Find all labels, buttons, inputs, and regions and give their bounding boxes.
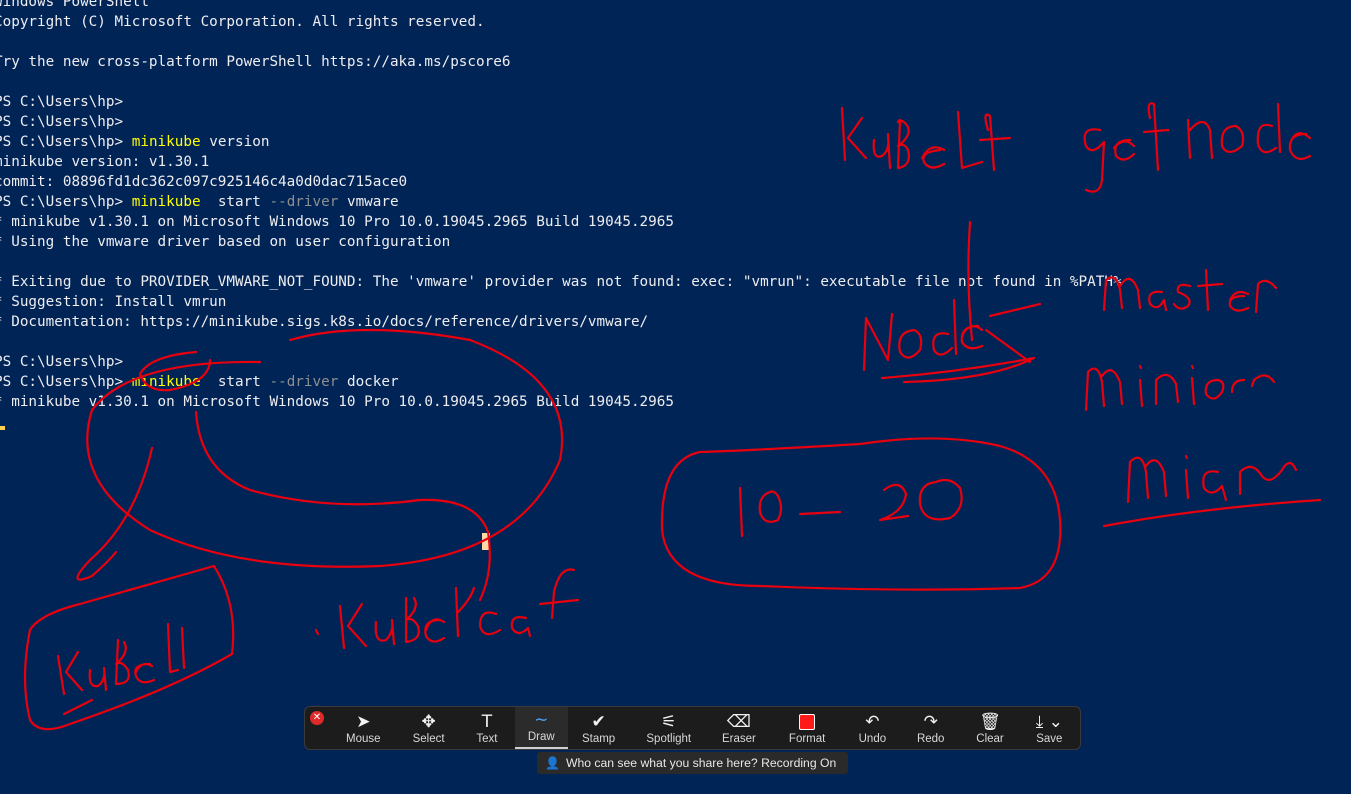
color-swatch-icon	[799, 712, 816, 732]
terminal-line: * Using the vmware driver based on user …	[0, 232, 1351, 252]
squiggle-line-icon: ∼	[534, 710, 549, 730]
terminal-text: PS C:\Users\hp>	[0, 354, 124, 370]
command-flag: --driver	[269, 374, 339, 390]
tool-clear-button[interactable]: 🗑 Clear	[961, 707, 1018, 749]
terminal-text: commit: 08896fd1dc362c097c925146c4a0d0da…	[0, 174, 408, 190]
terminal-line: PS C:\Users\hp>	[0, 92, 1351, 112]
recording-banner[interactable]: 👤 Who can see what you share here? Recor…	[537, 752, 848, 774]
tool-draw-button[interactable]: ∼ Draw	[514, 707, 568, 749]
terminal-text: minikube version: v1.30.1	[0, 154, 210, 170]
terminal-line: * Suggestion: Install vmrun	[0, 292, 1351, 312]
command-keyword: minikube	[131, 194, 201, 210]
annotation-toolbar: ✕ ➤ Mouse ✥ Select T Text ∼ Draw ✔ Stamp ⚟ Spotligh…	[304, 706, 1081, 750]
tool-label: Text	[476, 733, 498, 745]
handwriting-kubectl-box	[23, 564, 235, 731]
eraser-icon: ⌫	[726, 712, 751, 732]
tool-undo-button[interactable]: ↶ Undo	[845, 707, 900, 749]
terminal-line: PS C:\Users\hp>	[0, 112, 1351, 132]
terminal-line: PS C:\Users\hp> minikube start --driver …	[0, 372, 1351, 392]
tool-spotlight-button[interactable]: ⚟ Spotlight	[629, 707, 708, 749]
move-arrows-icon: ✥	[421, 712, 436, 732]
recording-banner-text: Who can see what you share here? Recordi…	[565, 756, 837, 770]
terminal-text: * Using the vmware driver based on user …	[0, 234, 451, 250]
tool-eraser-button[interactable]: ⌫ Eraser	[708, 707, 769, 749]
handwriting-10-20-box	[660, 437, 1062, 591]
terminal-text: PS C:\Users\hp>	[0, 94, 124, 110]
tool-label: Eraser	[722, 733, 756, 745]
terminal-line: * minikube v1.30.1 on Microsoft Windows …	[0, 212, 1351, 232]
tool-label: Redo	[916, 733, 945, 745]
color-swatch	[799, 714, 816, 730]
tool-label: Select	[412, 733, 445, 745]
terminal-line: minikube version: v1.30.1	[0, 152, 1351, 172]
tool-text-button[interactable]: T Text	[459, 707, 514, 749]
tool-select-button[interactable]: ✥ Select	[398, 707, 459, 749]
terminal-text: * minikube v1.30.1 on Microsoft Windows …	[0, 394, 674, 410]
terminal-text: Copyright (C) Microsoft Corporation. All…	[0, 14, 485, 30]
terminal-line: commit: 08896fd1dc362c097c925146c4a0d0da…	[0, 172, 1351, 192]
trash-icon: 🗑	[979, 712, 1001, 732]
tool-stamp-button[interactable]: ✔ Stamp	[568, 707, 629, 749]
terminal-text: PS C:\Users\hp>	[0, 374, 132, 390]
tool-save-button[interactable]: ⤓ ⌄ Save	[1019, 707, 1080, 749]
terminal-text: start	[200, 194, 270, 210]
checkmark-icon: ✔	[591, 712, 606, 732]
terminal-text: docker	[338, 374, 399, 390]
tool-label: Undo	[858, 733, 887, 745]
terminal-line: Windows PowerShell	[0, 0, 1351, 12]
terminal-text: * Exiting due to PROVIDER_VMWARE_NOT_FOU…	[0, 274, 1122, 290]
redo-icon: ↷	[923, 712, 938, 732]
terminal-text: PS C:\Users\hp>	[0, 194, 132, 210]
terminal-text: version	[200, 134, 270, 150]
terminal-text: Windows PowerShell	[0, 0, 149, 10]
powershell-terminal-output[interactable]: Windows PowerShell Copyright (C) Microsof…	[0, 0, 1351, 452]
tool-label: Mouse	[346, 733, 381, 745]
tool-mouse-button[interactable]: ➤ Mouse	[329, 707, 398, 749]
terminal-text: vmware	[338, 194, 399, 210]
command-flag: --driver	[269, 194, 339, 210]
terminal-cursor	[0, 426, 5, 430]
terminal-line: * Documentation: https://minikube.sigs.k…	[0, 312, 1351, 332]
terminal-line: PS C:\Users\hp> minikube start --driver …	[0, 192, 1351, 212]
terminal-text: * Suggestion: Install vmrun	[0, 294, 227, 310]
tool-redo-button[interactable]: ↷ Redo	[900, 707, 961, 749]
mouse-pointer-marker	[482, 533, 490, 550]
magic-wand-icon: ⚟	[661, 712, 677, 732]
terminal-text: PS C:\Users\hp>	[0, 114, 124, 130]
terminal-text: * Documentation: https://minikube.sigs.k…	[0, 314, 649, 330]
tool-label: Stamp	[581, 733, 616, 745]
terminal-line: * Exiting due to PROVIDER_VMWARE_NOT_FOU…	[0, 272, 1351, 292]
terminal-line: * minikube v1.30.1 on Microsoft Windows …	[0, 392, 1351, 412]
tool-format-button[interactable]: Format	[770, 707, 845, 749]
tool-label: Draw	[527, 731, 555, 743]
command-keyword: minikube	[131, 374, 201, 390]
terminal-line: Try the new cross-platform PowerShell ht…	[0, 52, 1351, 72]
terminal-line: Copyright (C) Microsoft Corporation. All…	[0, 12, 1351, 32]
person-icon: 👤	[545, 756, 560, 770]
save-download-icon: ⤓ ⌄	[1035, 712, 1063, 732]
terminal-line: PS C:\Users\hp> minikube version	[0, 132, 1351, 152]
handwriting-mian	[1102, 454, 1322, 528]
terminal-line: PS C:\Users\hp>	[0, 352, 1351, 372]
tool-label: Spotlight	[646, 733, 692, 745]
tool-label: Save	[1036, 733, 1063, 745]
tool-label: Format	[788, 733, 826, 745]
terminal-text: * minikube v1.30.1 on Microsoft Windows …	[0, 214, 674, 230]
text-t-icon: T	[481, 712, 493, 732]
cursor-arrow-icon: ➤	[356, 712, 371, 732]
tool-label: Clear	[976, 733, 1004, 745]
terminal-text: start	[200, 374, 270, 390]
close-icon[interactable]: ✕	[310, 711, 324, 725]
handwriting-kubectl-dotted	[314, 568, 580, 650]
terminal-text: Try the new cross-platform PowerShell ht…	[0, 54, 511, 70]
command-keyword: minikube	[131, 134, 201, 150]
undo-icon: ↶	[865, 712, 880, 732]
terminal-text: PS C:\Users\hp>	[0, 134, 132, 150]
